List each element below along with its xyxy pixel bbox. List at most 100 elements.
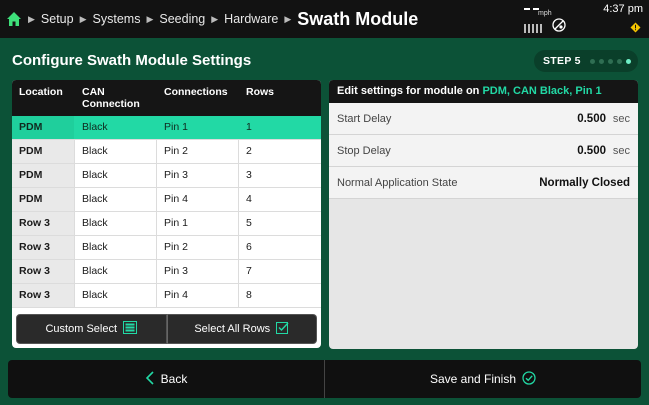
start-delay-label: Start Delay <box>337 113 392 125</box>
chevron-right-icon: ▶ <box>79 13 87 24</box>
cell-connection: Pin 1 <box>157 116 239 139</box>
chevron-right-icon: ▶ <box>28 13 35 24</box>
footer-nav: Back Save and Finish <box>8 360 641 398</box>
cell-can: Black <box>75 260 157 283</box>
breadcrumb-hardware[interactable]: Hardware <box>224 12 278 26</box>
cell-connection: Pin 2 <box>157 236 239 259</box>
stop-delay-value[interactable]: 0.500 <box>577 145 606 157</box>
cell-location: PDM <box>12 140 75 163</box>
normal-application-state-value[interactable]: Normally Closed <box>539 177 630 189</box>
cell-location: Row 3 <box>12 212 75 235</box>
cell-can: Black <box>75 164 157 187</box>
table-row[interactable]: Row 3 Black Pin 4 8 <box>12 284 321 308</box>
chevron-right-icon: ▶ <box>284 13 292 24</box>
normal-application-state-label: Normal Application State <box>337 177 458 189</box>
cell-location: Row 3 <box>12 236 75 259</box>
cell-rows: 5 <box>246 217 252 229</box>
page-title-swath-module: Swath Module <box>297 8 419 29</box>
chevron-left-icon <box>145 370 155 388</box>
col-header-rows: Rows <box>246 86 275 98</box>
cell-connection: Pin 2 <box>157 140 239 163</box>
normal-application-state-row[interactable]: Normal Application State Normally Closed <box>329 167 638 199</box>
signal-bars-icon <box>524 24 542 33</box>
cell-rows: 2 <box>246 145 252 157</box>
edit-settings-panel: Edit settings for module on PDM, CAN Bla… <box>329 80 638 349</box>
chevron-right-icon: ▶ <box>211 13 219 24</box>
table-header: Location CAN Connection Connections Rows <box>12 80 321 116</box>
cell-rows: 4 <box>246 193 252 205</box>
col-header-connections: Connections <box>164 86 228 98</box>
cell-connection: Pin 1 <box>157 212 239 235</box>
cell-can: Black <box>75 236 157 259</box>
table-row[interactable]: PDM Black Pin 3 3 <box>12 164 321 188</box>
cell-can: Black <box>75 188 157 211</box>
cell-location: Row 3 <box>12 260 75 283</box>
select-all-rows-button[interactable]: Select All Rows <box>166 314 317 344</box>
stop-delay-unit: sec <box>612 145 630 157</box>
back-button[interactable]: Back <box>8 360 324 398</box>
cell-can: Black <box>75 284 157 307</box>
edit-panel-heading-target: PDM, CAN Black, Pin 1 <box>482 85 602 97</box>
home-icon[interactable] <box>6 11 22 27</box>
cell-rows: 8 <box>246 289 252 301</box>
breadcrumb-systems[interactable]: Systems <box>93 12 141 26</box>
custom-select-button[interactable]: Custom Select <box>16 314 167 344</box>
step-dot <box>598 58 604 64</box>
cell-location: PDM <box>12 164 75 187</box>
stop-delay-label: Stop Delay <box>337 145 391 157</box>
step-indicator: STEP 5 <box>534 50 638 72</box>
start-delay-row[interactable]: Start Delay 0.500 sec <box>329 103 638 135</box>
custom-select-icon <box>123 321 138 337</box>
edit-panel-heading-prefix: Edit settings for module on <box>337 85 483 97</box>
cell-can: Black <box>75 116 157 139</box>
table-row[interactable]: PDM Black Pin 2 2 <box>12 140 321 164</box>
cell-location: Row 3 <box>12 284 75 307</box>
stop-delay-row[interactable]: Stop Delay 0.500 sec <box>329 135 638 167</box>
step-label: STEP 5 <box>543 55 581 67</box>
step-dot <box>607 58 613 64</box>
cell-rows: 1 <box>239 116 321 139</box>
save-and-finish-button[interactable]: Save and Finish <box>324 360 641 398</box>
breadcrumb-seeding[interactable]: Seeding <box>159 12 205 26</box>
cell-connection: Pin 3 <box>157 260 239 283</box>
cell-location: PDM <box>12 116 75 139</box>
checkbox-check-icon <box>276 321 289 337</box>
step-dot <box>589 58 595 64</box>
edit-panel-heading: Edit settings for module on PDM, CAN Bla… <box>329 80 638 103</box>
gps-satellite-icon <box>552 18 566 32</box>
back-label: Back <box>160 372 188 386</box>
section-title: Configure Swath Module Settings <box>12 52 252 69</box>
check-circle-icon <box>522 370 536 388</box>
cell-rows: 6 <box>246 241 252 253</box>
clock: 4:37 pm <box>603 3 643 15</box>
cell-connection: Pin 4 <box>157 188 239 211</box>
step-dots <box>589 58 631 64</box>
top-bar: ▶ Setup ▶ Systems ▶ Seeding ▶ Hardware ▶… <box>0 0 649 38</box>
table-row[interactable]: Row 3 Black Pin 2 6 <box>12 236 321 260</box>
start-delay-unit: sec <box>612 113 630 125</box>
breadcrumb: ▶ Setup ▶ Systems ▶ Seeding ▶ Hardware ▶… <box>6 0 418 38</box>
cell-can: Black <box>75 212 157 235</box>
status-indicators: mph <box>520 4 580 34</box>
chevron-right-icon: ▶ <box>146 13 154 24</box>
save-and-finish-label: Save and Finish <box>429 372 517 386</box>
speed-unit: mph <box>538 10 552 17</box>
select-all-rows-label: Select All Rows <box>194 323 271 335</box>
custom-select-label: Custom Select <box>45 323 118 335</box>
cell-connection: Pin 3 <box>157 164 239 187</box>
table-row-selected[interactable]: PDM Black Pin 1 1 <box>12 116 321 140</box>
cell-connection: Pin 4 <box>157 284 239 307</box>
table-row[interactable]: Row 3 Black Pin 1 5 <box>12 212 321 236</box>
cell-rows: 3 <box>246 169 252 181</box>
cell-can: Black <box>75 140 157 163</box>
start-delay-value[interactable]: 0.500 <box>577 113 606 125</box>
col-header-can-connection: CAN Connection <box>82 86 140 110</box>
table-action-bar: Custom Select Select All Rows <box>16 314 317 344</box>
table-row[interactable]: Row 3 Black Pin 3 7 <box>12 260 321 284</box>
table-row[interactable]: PDM Black Pin 4 4 <box>12 188 321 212</box>
warning-icon[interactable] <box>630 20 641 33</box>
breadcrumb-setup[interactable]: Setup <box>41 12 74 26</box>
col-header-location: Location <box>19 86 63 98</box>
cell-location: PDM <box>12 188 75 211</box>
swath-module-table: Location CAN Connection Connections Rows… <box>12 80 321 348</box>
